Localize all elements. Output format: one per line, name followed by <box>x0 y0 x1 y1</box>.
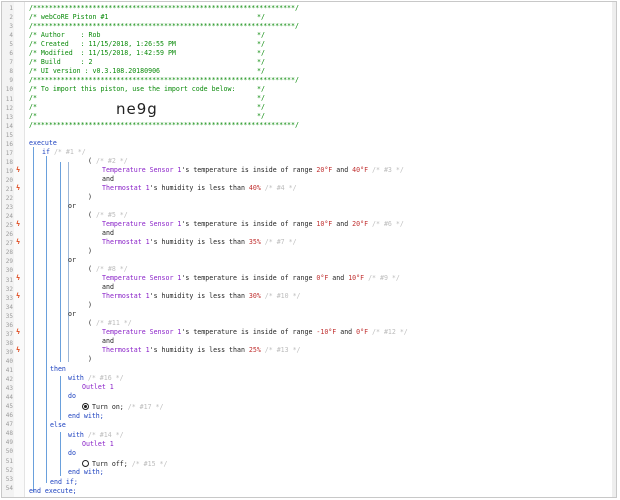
and-operator[interactable]: and <box>102 283 114 292</box>
comment-end: */ <box>257 85 265 93</box>
comment-end: */ <box>257 40 265 48</box>
condition-temperature[interactable]: Temperature Sensor 1's temperature is in… <box>102 220 404 229</box>
and-operator[interactable]: and <box>102 175 114 184</box>
header-sep: /***************************************… <box>29 76 299 84</box>
then-keyword[interactable]: then <box>50 365 66 374</box>
trigger-mark: ϟ <box>16 166 21 174</box>
device-outlet[interactable]: Outlet 1 <box>82 440 114 449</box>
piston-title: /* webCoRE Piston #1 <box>29 13 109 21</box>
condition-temperature[interactable]: Temperature Sensor 1's temperature is in… <box>102 274 400 283</box>
or-operator[interactable]: or <box>68 202 76 211</box>
comment-end: */ <box>257 58 265 66</box>
or-operator[interactable]: or <box>68 310 76 319</box>
do-keyword: do <box>68 392 76 400</box>
with-keyword[interactable]: with <box>68 431 84 439</box>
comment-end: */ <box>257 67 265 75</box>
action-turn-on[interactable]: Turn on; /* #17 */ <box>82 402 163 412</box>
and-operator[interactable]: and <box>102 229 114 238</box>
power-off-icon <box>82 460 89 467</box>
comment-end: */ <box>257 13 265 21</box>
do-keyword: do <box>68 449 76 457</box>
comment-star: /* <box>29 103 37 111</box>
header-border: /***************************************… <box>29 121 299 129</box>
condition-humidity[interactable]: Thermostat 1's humidity is less than 40%… <box>102 184 297 193</box>
condition-humidity[interactable]: Thermostat 1's humidity is less than 25%… <box>102 346 301 355</box>
else-keyword[interactable]: else <box>50 421 66 430</box>
or-operator[interactable]: or <box>68 256 76 265</box>
if-keyword[interactable]: if <box>42 148 50 156</box>
statement-comment: /* #1 */ <box>53 148 86 156</box>
comment-star: /* <box>29 94 37 102</box>
trigger-mark: ϟ <box>16 220 21 228</box>
end-with-keyword: end with; <box>68 468 104 476</box>
comment-end: */ <box>257 49 265 57</box>
condition-temperature[interactable]: Temperature Sensor 1's temperature is in… <box>102 328 408 337</box>
comment-end: */ <box>257 94 265 102</box>
comment-end: */ <box>257 112 265 120</box>
end-with-keyword: end with; <box>68 412 104 420</box>
trigger-mark: ϟ <box>16 328 21 336</box>
with-keyword[interactable]: with <box>68 374 84 382</box>
trigger-mark: ϟ <box>16 184 21 192</box>
trigger-mark: ϟ <box>16 274 21 282</box>
import-code[interactable]: ne9g <box>116 100 158 118</box>
modified-line: /* Modified : 11/15/2018, 1:42:59 PM <box>29 49 176 57</box>
end-execute-keyword: end execute; <box>29 487 77 495</box>
comment-end: */ <box>257 31 265 39</box>
header-border: /***************************************… <box>29 4 299 12</box>
author-line: /* Author : Rob <box>29 31 101 39</box>
code-editor: 1 2 3 4 5 6 7 8 9 10 11 12 13 14 15 16 17 18 19 20 21 22 23 24 2… <box>1 1 617 498</box>
condition-temperature[interactable]: Temperature Sensor 1's temperature is in… <box>102 166 404 175</box>
condition-humidity[interactable]: Thermostat 1's humidity is less than 35%… <box>102 238 297 247</box>
device-outlet[interactable]: Outlet 1 <box>82 383 114 392</box>
import-line: /* To import this piston, use the import… <box>29 85 236 93</box>
comment-end: */ <box>257 103 265 111</box>
and-operator[interactable]: and <box>102 337 114 346</box>
end-if-keyword: end if; <box>50 478 78 486</box>
trigger-mark: ϟ <box>16 346 21 354</box>
condition-humidity[interactable]: Thermostat 1's humidity is less than 30%… <box>102 292 301 301</box>
build-line: /* Build : 2 <box>29 58 93 66</box>
power-on-icon <box>82 403 89 410</box>
ui-version-line: /* UI version : v0.3.108.20180906 <box>29 67 161 75</box>
execute-keyword[interactable]: execute <box>29 139 57 148</box>
header-sep: /***************************************… <box>29 22 299 30</box>
created-line: /* Created : 11/15/2018, 1:26:55 PM <box>29 40 176 48</box>
trigger-mark: ϟ <box>16 238 21 246</box>
comment-star: /* <box>29 112 37 120</box>
trigger-mark: ϟ <box>16 292 21 300</box>
